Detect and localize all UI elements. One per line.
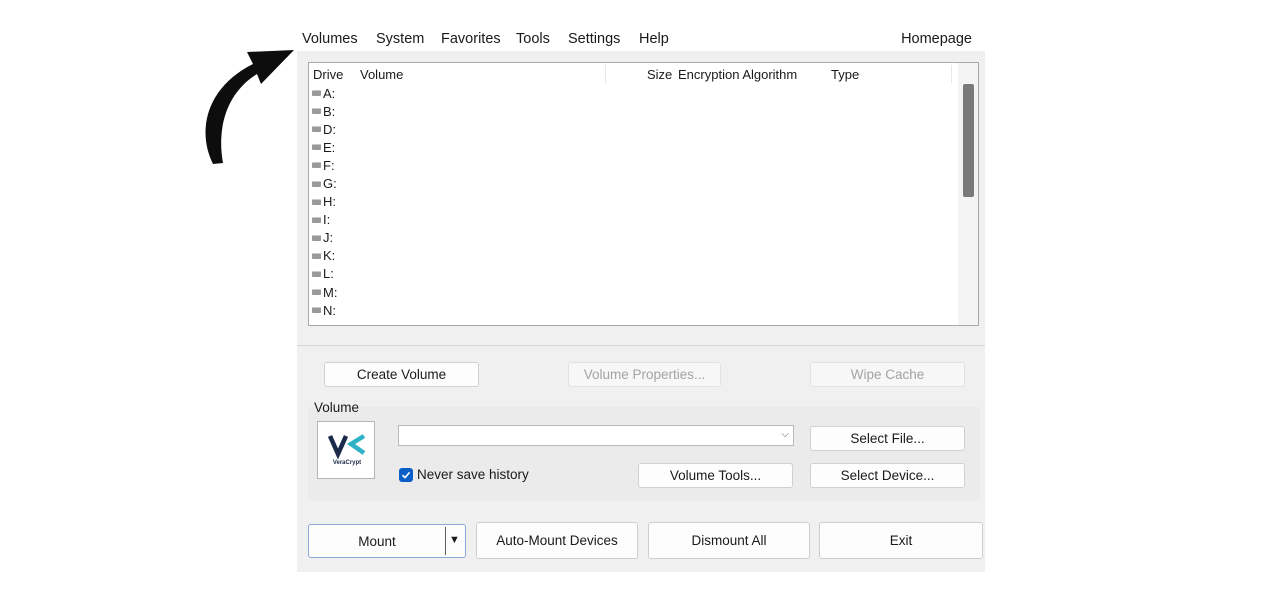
drive-row[interactable]: D:: [312, 120, 337, 138]
auto-mount-devices-button[interactable]: Auto-Mount Devices: [476, 522, 638, 559]
menu-tools[interactable]: Tools: [516, 31, 550, 47]
drive-letter: B:: [323, 103, 336, 119]
drive-list[interactable]: Drive Volume Size Encryption Algorithm T…: [308, 62, 979, 326]
list-scrollbar[interactable]: [958, 63, 978, 325]
drive-letter: H:: [323, 194, 336, 210]
drive-row[interactable]: E:: [312, 138, 337, 156]
column-volume[interactable]: Volume: [360, 67, 403, 82]
volume-properties-button[interactable]: Volume Properties...: [568, 362, 721, 387]
drive-icon: [312, 234, 321, 241]
chevron-down-icon[interactable]: ⌵: [781, 429, 789, 440]
drive-icon: [312, 144, 321, 151]
drive-row[interactable]: B:: [312, 102, 337, 120]
drive-row[interactable]: N:: [312, 301, 337, 319]
veracrypt-logo-icon: [327, 434, 366, 460]
column-separator: [605, 65, 606, 83]
volume-group-label: Volume: [314, 400, 360, 415]
menu-system[interactable]: System: [376, 31, 424, 47]
drive-icon: [312, 126, 321, 133]
select-device-button[interactable]: Select Device...: [810, 463, 965, 488]
drive-icon: [312, 270, 321, 277]
caret-down-icon[interactable]: ▼: [449, 534, 460, 546]
mount-button[interactable]: Mount ▼: [308, 524, 466, 558]
column-size[interactable]: Size: [647, 67, 672, 82]
veracrypt-logo: VeraCrypt: [317, 421, 375, 479]
never-save-history-checkbox[interactable]: [399, 468, 413, 482]
exit-button[interactable]: Exit: [819, 522, 983, 559]
drive-icon: [312, 289, 321, 296]
drive-row[interactable]: H:: [312, 193, 337, 211]
menu-homepage[interactable]: Homepage: [901, 31, 972, 47]
scrollbar-thumb[interactable]: [963, 84, 974, 197]
drive-letter: D:: [323, 121, 336, 137]
drive-row[interactable]: K:: [312, 247, 337, 265]
drive-rows: A: B: D: E: F: G: H: I: J: K: L: M: N:: [312, 84, 337, 319]
column-separator: [951, 65, 952, 83]
drive-icon: [312, 180, 321, 187]
menu-volumes[interactable]: Volumes: [302, 31, 358, 47]
curved-arrow-icon: [205, 50, 294, 164]
drive-letter: J:: [323, 230, 334, 246]
create-volume-button[interactable]: Create Volume: [324, 362, 479, 387]
drive-row[interactable]: G:: [312, 174, 337, 192]
menu-bar: Volumes System Favorites Tools Settings …: [297, 24, 985, 51]
drive-icon: [312, 216, 321, 223]
drive-letter: N:: [323, 302, 336, 318]
column-drive[interactable]: Drive: [313, 67, 343, 82]
drive-letter: L:: [323, 266, 334, 282]
volume-tools-button[interactable]: Volume Tools...: [638, 463, 793, 488]
menu-settings[interactable]: Settings: [568, 31, 620, 47]
column-type[interactable]: Type: [831, 67, 859, 82]
select-file-button[interactable]: Select File...: [810, 426, 965, 451]
drive-icon: [312, 198, 321, 205]
drive-icon: [312, 307, 321, 314]
drive-row[interactable]: F:: [312, 156, 337, 174]
drive-row[interactable]: L:: [312, 265, 337, 283]
drive-letter: G:: [323, 176, 337, 192]
menu-help[interactable]: Help: [639, 31, 669, 47]
menu-favorites[interactable]: Favorites: [441, 31, 501, 47]
drive-row[interactable]: A:: [312, 84, 337, 102]
drive-icon: [312, 162, 321, 169]
drive-letter: I:: [323, 212, 331, 228]
mount-label[interactable]: Mount: [309, 525, 445, 557]
drive-letter: E:: [323, 139, 336, 155]
logo-text: VeraCrypt: [332, 460, 362, 466]
veracrypt-window: Volumes System Favorites Tools Settings …: [297, 24, 985, 572]
mount-split-divider: [445, 527, 446, 555]
drive-letter: K:: [323, 248, 336, 264]
drive-row[interactable]: I:: [312, 211, 337, 229]
column-encryption-algorithm[interactable]: Encryption Algorithm: [678, 67, 797, 82]
never-save-history-label[interactable]: Never save history: [417, 467, 529, 482]
drive-row[interactable]: J:: [312, 229, 337, 247]
drive-icon: [312, 252, 321, 259]
drive-icon: [312, 108, 321, 115]
wipe-cache-button[interactable]: Wipe Cache: [810, 362, 965, 387]
drive-letter: A:: [323, 85, 336, 101]
drive-icon: [312, 90, 321, 97]
drive-letter: M:: [323, 284, 338, 300]
drive-letter: F:: [323, 157, 335, 173]
section-divider: [297, 345, 985, 346]
drive-row[interactable]: M:: [312, 283, 337, 301]
volume-path-combobox[interactable]: ⌵: [398, 425, 794, 446]
dismount-all-button[interactable]: Dismount All: [648, 522, 810, 559]
checkmark-icon: [401, 471, 411, 479]
